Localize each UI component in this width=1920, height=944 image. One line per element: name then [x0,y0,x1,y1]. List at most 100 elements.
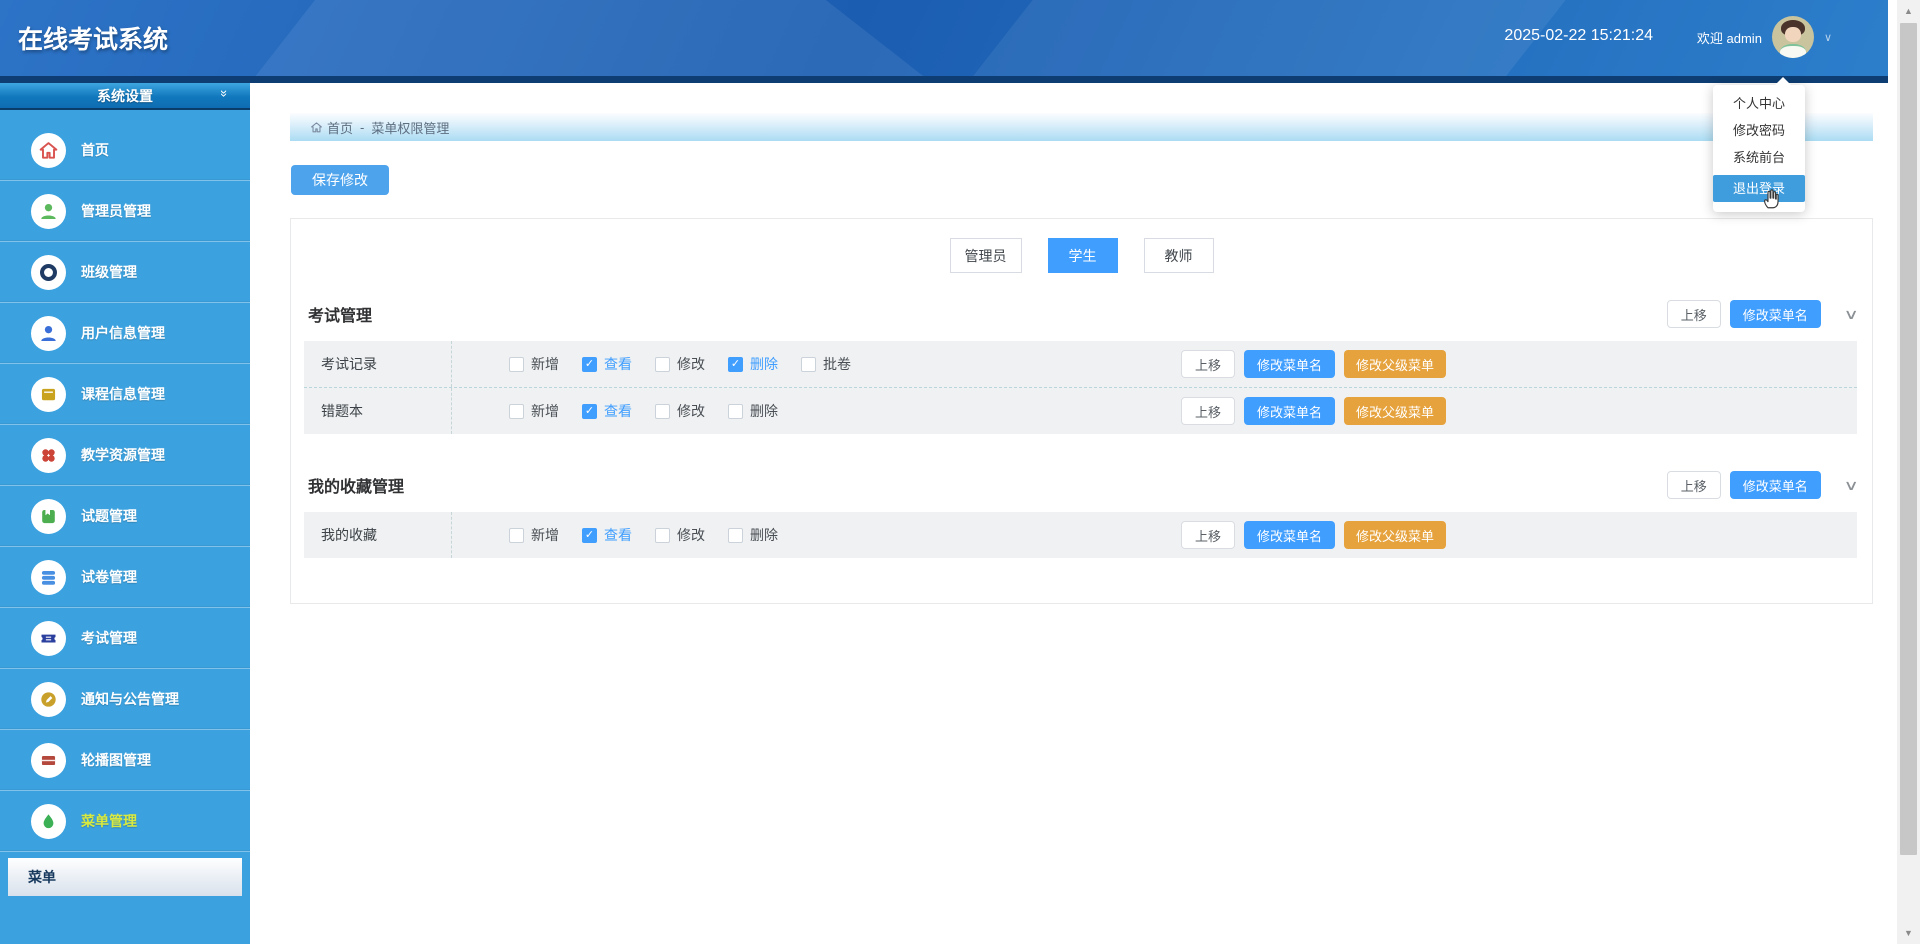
user-menu-item[interactable]: 修改密码 [1713,117,1805,144]
section-collapse-chevron-icon[interactable]: ∨ [1843,477,1858,494]
checkbox-icon[interactable] [728,403,743,419]
breadcrumb-current: 菜单权限管理 [371,120,450,136]
row-rename-button[interactable]: 修改菜单名 [1244,397,1336,425]
permission-checkbox-unchecked[interactable]: 修改 [655,401,728,421]
permission-checkbox-checked[interactable]: ✓ 查看 [582,401,655,421]
section-move-up-button[interactable]: 上移 [1666,300,1721,328]
row-actions: 上移 修改菜单名 修改父级菜单 [1181,397,1447,425]
row-move-up-button[interactable]: 上移 [1181,350,1236,378]
role-tab[interactable]: 管理员 [949,238,1022,273]
permission-checkbox-unchecked[interactable]: 新增 [509,525,582,545]
section-title: 我的收藏管理 [308,479,405,496]
user-menu-item[interactable]: 个人中心 [1713,90,1805,117]
sidebar-submenu-item-menu[interactable]: 菜单 [8,858,242,896]
sidebar-item-resource-clover[interactable]: 教学资源管理 [0,425,250,486]
permission-checkbox-checked[interactable]: ✓ 删除 [728,354,801,374]
checkbox-icon[interactable] [509,527,524,543]
sidebar-item-exam-ticket[interactable]: 考试管理 [0,608,250,669]
checkbox-icon[interactable]: ✓ [582,403,597,419]
row-reparent-button[interactable]: 修改父级菜单 [1344,521,1447,549]
sidebar-item-notice-pencil[interactable]: 通知与公告管理 [0,669,250,730]
sidebar-item-label: 菜单管理 [81,813,137,829]
collapse-chevrons-icon[interactable]: » [217,90,232,97]
permissions-panel: 管理员 学生 教师 考试管理 上移 修改菜单名 ∨ 考试记录 新增 ✓ 查看 修改 ✓ 删除 批卷 上移 修改… [290,218,1873,604]
section-rename-button[interactable]: 修改菜单名 [1729,300,1821,328]
row-reparent-button[interactable]: 修改父级菜单 [1344,350,1447,378]
row-move-up-button[interactable]: 上移 [1181,397,1236,425]
sidebar-section-header[interactable]: 系统设置 » [0,83,250,110]
breadcrumb-home-link[interactable]: 首页 [310,118,353,137]
checkbox-icon[interactable] [655,527,670,543]
sidebar-item-label: 班级管理 [81,264,137,280]
user-menu-trigger[interactable]: 欢迎 admin ∨ [1697,16,1832,58]
checkbox-icon[interactable] [655,403,670,419]
breadcrumb-separator: - [360,119,365,135]
permission-label: 删除 [750,356,778,372]
permission-label: 修改 [677,403,705,419]
row-rename-button[interactable]: 修改菜单名 [1244,521,1336,549]
permission-checkbox-checked[interactable]: ✓ 查看 [582,525,655,545]
checkbox-icon[interactable] [728,527,743,543]
permission-checkbox-unchecked[interactable]: 批卷 [801,354,874,374]
permission-checkbox-unchecked[interactable]: 删除 [728,525,801,545]
sidebar-item-class-ring[interactable]: 班级管理 [0,242,250,303]
row-reparent-button[interactable]: 修改父级菜单 [1344,397,1447,425]
permission-label: 新增 [531,403,559,419]
checkbox-icon[interactable]: ✓ [582,356,597,372]
sidebar-item-label: 首页 [81,142,109,158]
role-tab[interactable]: 教师 [1143,238,1214,273]
scrollbar-thumb[interactable] [1900,23,1917,855]
permission-checkbox-unchecked[interactable]: 新增 [509,401,582,421]
checkbox-icon[interactable] [655,356,670,372]
section-rows: 考试记录 新增 ✓ 查看 修改 ✓ 删除 批卷 上移 修改菜单名 修改父级菜单 错题本 新增 ✓ 查看 修改删… [304,341,1857,434]
row-move-up-button[interactable]: 上移 [1181,521,1236,549]
permission-checkbox-unchecked[interactable]: 修改 [655,525,728,545]
checkbox-icon[interactable] [509,356,524,372]
home-icon [311,121,322,132]
header-datetime: 2025-02-22 15:21:24 [1504,27,1653,44]
breadcrumb-home-label: 首页 [327,120,354,136]
role-tabs: 管理员 学生 教师 [291,238,1872,273]
sidebar-item-home[interactable]: 首页 [0,120,250,181]
permission-group: 新增 ✓ 查看 修改 删除 [451,512,1181,558]
header-divider-strip [0,76,1888,83]
permission-label: 修改 [677,527,705,543]
section-rename-button[interactable]: 修改菜单名 [1729,471,1821,499]
checkbox-icon[interactable]: ✓ [728,356,743,372]
checkbox-icon[interactable]: ✓ [582,527,597,543]
scroll-down-icon[interactable]: ▼ [1897,922,1920,944]
user-menu-item[interactable]: 系统前台 [1713,144,1805,171]
permission-checkbox-unchecked[interactable]: 修改 [655,354,728,374]
avatar[interactable] [1771,16,1814,58]
sidebar-item-user-person[interactable]: 用户信息管理 [0,303,250,364]
page-scrollbar[interactable]: ▲ ▼ [1897,0,1920,944]
sidebar-item-carousel-image[interactable]: 轮播图管理 [0,730,250,791]
save-changes-button[interactable]: 保存修改 [291,165,389,195]
permission-label: 删除 [750,403,778,419]
row-rename-button[interactable]: 修改菜单名 [1244,350,1336,378]
admin-person-icon [31,193,66,229]
class-ring-icon [31,254,66,290]
role-tab[interactable]: 学生 [1047,238,1118,273]
checkbox-icon[interactable] [801,356,816,372]
permission-checkbox-unchecked[interactable]: 新增 [509,354,582,374]
menu-droplet-icon [31,803,66,839]
sidebar-item-question-book[interactable]: 试题管理 [0,486,250,547]
scroll-up-icon[interactable]: ▲ [1897,0,1920,22]
sidebar-item-label: 用户信息管理 [81,325,165,341]
chevron-down-icon: ∨ [1823,31,1832,44]
sidebar-item-admin-person[interactable]: 管理员管理 [0,181,250,242]
row-actions: 上移 修改菜单名 修改父级菜单 [1181,521,1447,549]
permission-checkbox-checked[interactable]: ✓ 查看 [582,354,655,374]
permission-label: 删除 [750,527,778,543]
section-title: 考试管理 [308,308,373,325]
permission-row: 我的收藏 新增 ✓ 查看 修改 删除 上移 修改菜单名 修改父级菜单 [304,512,1857,558]
permission-checkbox-unchecked[interactable]: 删除 [728,401,801,421]
sidebar-item-menu-droplet[interactable]: 菜单管理 [0,791,250,852]
permission-group: 新增 ✓ 查看 修改 ✓ 删除 批卷 [451,341,1181,387]
sidebar-item-paper-layers[interactable]: 试卷管理 [0,547,250,608]
sidebar-item-course-card[interactable]: 课程信息管理 [0,364,250,425]
section-move-up-button[interactable]: 上移 [1666,471,1721,499]
checkbox-icon[interactable] [509,403,524,419]
section-collapse-chevron-icon[interactable]: ∨ [1843,306,1858,323]
